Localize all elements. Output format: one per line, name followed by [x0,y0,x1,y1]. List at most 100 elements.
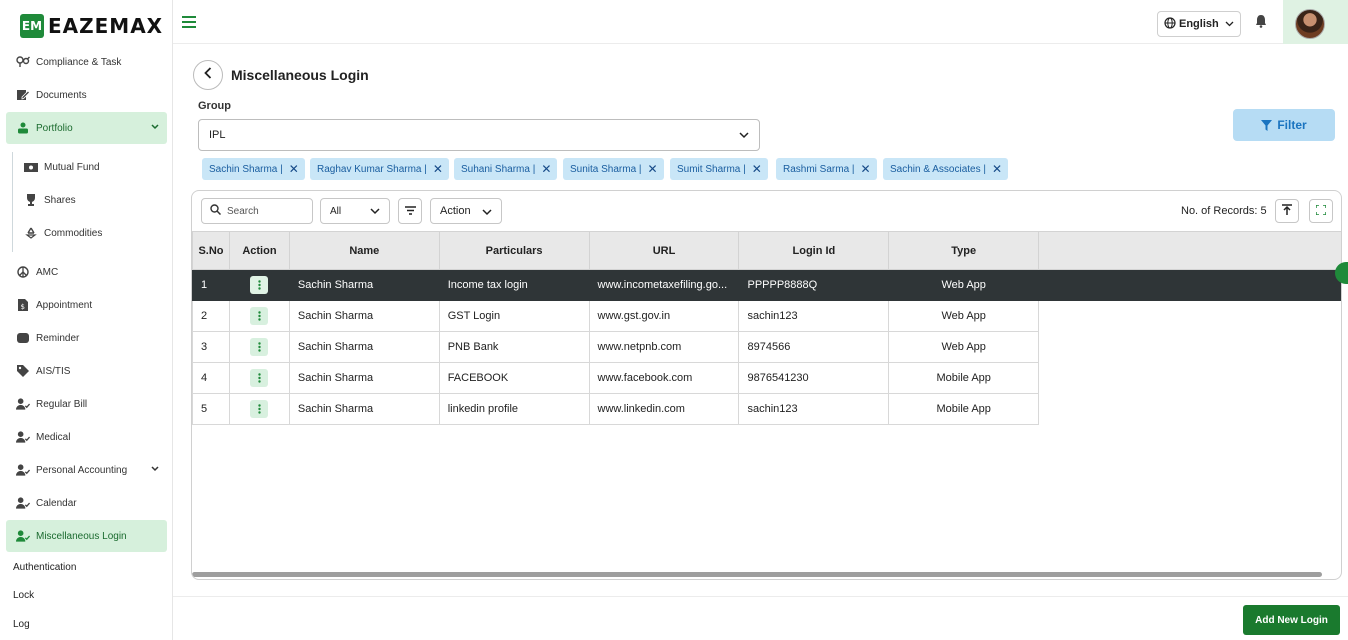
search-input[interactable]: Search [201,198,313,224]
sidebar-item-reminder[interactable]: Reminder [6,322,167,354]
sidebar-item-medical[interactable]: Medical [6,421,167,453]
group-select-value: IPL [209,129,226,141]
column-filter-button[interactable] [398,198,422,224]
cell-url: www.incometaxefiling.go... [588,269,740,301]
add-new-login-button[interactable]: Add New Login [1243,605,1340,635]
records-count: No. of Records: 5 [1181,205,1267,217]
close-icon[interactable]: ✕ [752,162,762,176]
cell-name: Sachin Sharma [288,393,440,425]
sidebar-item-label: Shares [44,194,76,206]
close-icon[interactable]: ✕ [992,162,1002,176]
funnel-icon [1261,119,1273,131]
cell-sno: 1 [192,269,230,301]
logo[interactable]: EM EAZEMAX [20,14,163,38]
filter-button[interactable]: Filter [1233,109,1335,141]
logo-mark: EM [20,14,44,38]
back-button[interactable] [193,60,223,90]
close-icon[interactable]: ✕ [648,162,658,176]
column-header-type[interactable]: Type [888,231,1040,270]
action-select-value: Action [440,205,471,217]
cell-type: Web App [888,300,1040,332]
cell-url: www.facebook.com [588,362,740,394]
sidebar-item-personal-accounting[interactable]: Personal Accounting [6,454,167,486]
sidebar-item-label: Commodities [44,227,103,239]
sidebar-item-appointment[interactable]: $ Appointment [6,289,167,321]
avatar-container[interactable] [1283,0,1348,44]
app-root: EM EAZEMAX Compliance & Task Documents P… [0,0,1348,640]
chevron-down-icon [151,464,159,475]
kebab-menu-icon[interactable] [250,338,269,356]
member-chip: Sachin & Associates | ✕ [883,158,1009,180]
user-check-icon [16,397,30,411]
table-row[interactable]: 3 Sachin Sharma PNB Bank www.netpnb.com … [192,331,1342,363]
column-header-sno[interactable]: S.No [192,231,230,270]
cell-sno: 5 [192,393,230,425]
cell-action [228,331,290,363]
action-select[interactable]: Action [430,198,502,224]
user-check-icon [16,463,30,477]
all-select[interactable]: All [320,198,390,224]
table-row[interactable]: 4 Sachin Sharma FACEBOOK www.facebook.co… [192,362,1342,394]
cell-url: www.netpnb.com [588,331,740,363]
sidebar-item-authentication[interactable]: Authentication [13,562,76,573]
cell-particulars: linkedin profile [438,393,590,425]
sidebar-item-regular-bill[interactable]: Regular Bill [6,388,167,420]
table-row[interactable]: 5 Sachin Sharma linkedin profile www.lin… [192,393,1342,425]
sidebar-item-shares[interactable]: Shares [14,184,164,216]
kebab-menu-icon[interactable] [250,369,269,387]
sidebar-item-ais-tis[interactable]: AIS/TIS [6,355,167,387]
close-icon[interactable]: ✕ [541,162,551,176]
export-button[interactable] [1275,199,1299,223]
column-header-action[interactable]: Action [228,231,290,270]
language-select[interactable]: English [1157,11,1241,37]
sidebar-item-label: Mutual Fund [44,161,100,173]
table-row[interactable]: 1 Sachin Sharma Income tax login www.inc… [192,269,1341,301]
table-row[interactable]: 2 Sachin Sharma GST Login www.gst.gov.in… [192,300,1342,332]
kebab-menu-icon[interactable] [250,276,269,294]
sidebar-item-miscellaneous-login[interactable]: Miscellaneous Login [6,520,167,552]
cell-spacer [1039,301,1341,332]
group-select[interactable]: IPL [198,119,760,151]
sidebar-item-documents[interactable]: Documents [6,79,167,111]
bell-icon[interactable] [1255,14,1267,33]
column-header-particulars[interactable]: Particulars [438,231,590,270]
sidebar-item-lock[interactable]: Lock [13,590,34,601]
sidebar-item-log[interactable]: Log [13,619,30,630]
filter-lines-icon [404,202,416,220]
sidebar-item-calendar[interactable]: Calendar [6,487,167,519]
kebab-menu-icon[interactable] [250,307,269,325]
member-chip: Sunita Sharma | ✕ [563,158,664,180]
search-placeholder: Search [227,205,259,217]
person-money-icon [16,121,30,135]
close-icon[interactable]: ✕ [861,162,871,176]
money-icon [24,160,38,174]
column-header-name[interactable]: Name [288,231,440,270]
column-header-url[interactable]: URL [588,231,740,270]
column-header-login-id[interactable]: Login Id [738,231,890,270]
close-icon[interactable]: ✕ [433,162,443,176]
sidebar-item-portfolio[interactable]: Portfolio [6,112,167,144]
cell-sno: 3 [192,331,230,363]
sidebar-item-mutual-fund[interactable]: Mutual Fund [14,151,164,183]
kebab-menu-icon[interactable] [250,400,269,418]
chip-label: Raghav Kumar Sharma | [317,163,427,175]
horizontal-scrollbar[interactable] [192,572,1322,577]
hamburger-menu-icon[interactable] [182,16,196,28]
cell-sno: 2 [192,300,230,332]
logo-text: EAZEMAX [48,14,164,38]
sidebar-item-amc[interactable]: AMC [6,256,167,288]
fullscreen-button[interactable] [1309,199,1333,223]
cell-type: Web App [888,331,1040,363]
cell-login-id: 8974566 [738,331,890,363]
cell-action [228,393,290,425]
cell-action [228,362,290,394]
sidebar-item-commodities[interactable]: Commodities [14,217,164,249]
avatar[interactable] [1295,9,1325,39]
user-check-icon [16,496,30,510]
chip-label: Sachin & Associates | [890,163,986,175]
cell-login-id: PPPPP8888Q [738,269,890,301]
cell-particulars: PNB Bank [438,331,590,363]
sidebar-item-compliance-task[interactable]: Compliance & Task [6,46,167,78]
chevron-down-icon [370,207,380,218]
close-icon[interactable]: ✕ [289,162,299,176]
